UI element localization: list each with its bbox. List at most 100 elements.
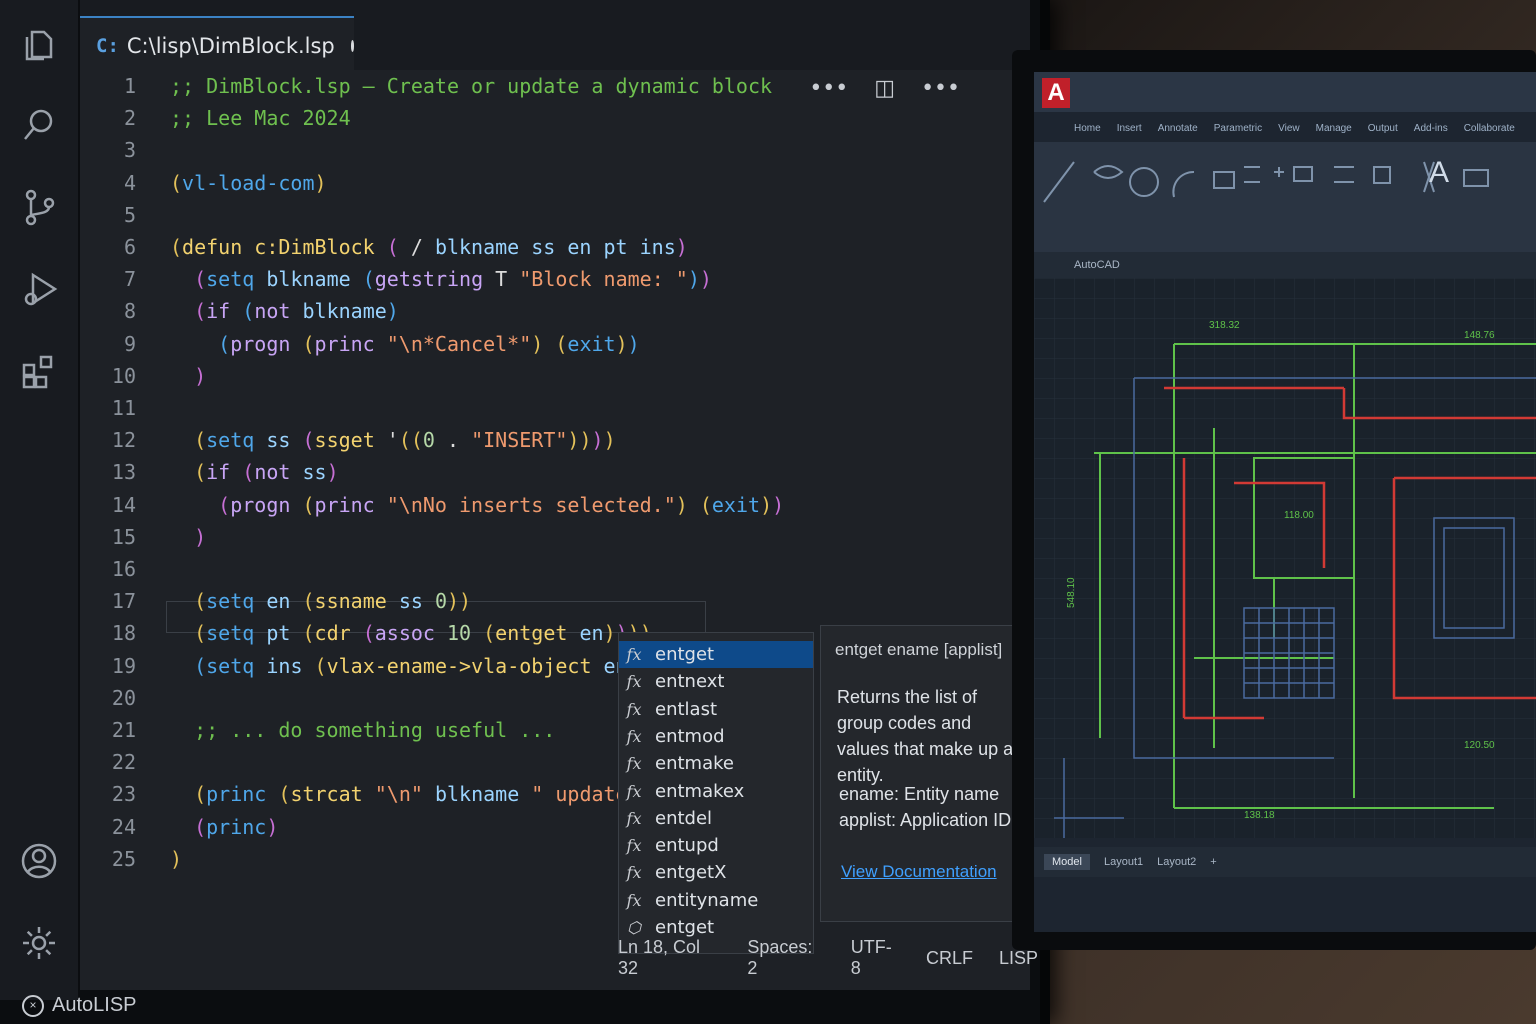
code-line[interactable]: 7 (setq blkname (getstring T "Block name…	[80, 263, 980, 295]
code-line[interactable]: 5	[80, 199, 980, 231]
line-source: (setq ss (ssget '((0 . "INSERT"))))	[170, 424, 616, 456]
code-line[interactable]: 15 )	[80, 521, 980, 553]
tab-dimblock[interactable]: C: C:\lisp\DimBlock.lsp	[80, 16, 354, 74]
code-token: )	[627, 331, 640, 356]
code-token: exit	[711, 492, 761, 517]
code-token: blkname ss en pt ins	[434, 235, 676, 259]
status-cursor-position[interactable]: Ln 18, Col 32	[618, 937, 721, 979]
code-token: ssname	[314, 589, 399, 614]
status-bar: Ln 18, Col 32 Spaces: 2 UTF-8 CRLF LISP	[618, 936, 1038, 980]
code-token: c:DimBlock	[254, 235, 375, 259]
suggest-item[interactable]: fx entgetX	[619, 859, 813, 886]
cad-ribbon-tab[interactable]: Parametric	[1214, 123, 1262, 134]
code-line[interactable]: 3	[80, 134, 980, 166]
code-line[interactable]: 11	[80, 392, 980, 424]
cad-ribbon-tab[interactable]: Manage	[1316, 123, 1352, 134]
floor-plan-drawing: 318.32 148.76 548.10 118.00 120.50 138.1…	[1034, 278, 1536, 838]
code-line[interactable]: 8 (if (not blkname)	[80, 295, 980, 327]
code-token: )	[687, 267, 700, 292]
suggest-item[interactable]: fx entdel	[619, 805, 813, 832]
cad-layout-tab[interactable]: Layout1	[1104, 856, 1143, 868]
code-line[interactable]: 4 (vl-load-com)	[80, 167, 980, 199]
line-source: (princ (strcat "\n" blkname " updated.")…	[170, 778, 688, 810]
cad-drawing-canvas[interactable]: 318.32 148.76 548.10 118.00 120.50 138.1…	[1034, 278, 1536, 838]
code-line[interactable]: 1 ;; DimBlock.lsp – Create or update a dy…	[80, 70, 980, 102]
code-token: (	[302, 492, 315, 517]
code-line[interactable]: 14 (progn (princ "\nNo inserts selected.…	[80, 489, 980, 521]
code-token: )	[603, 621, 616, 646]
cad-ribbon-tab[interactable]: Collaborate	[1464, 123, 1515, 134]
suggest-item-label: entmod	[655, 725, 725, 747]
doc-signature: entget ename [applist]	[835, 640, 1003, 659]
code-line[interactable]: 16	[80, 553, 980, 585]
suggest-item-label: entlast	[655, 698, 718, 720]
dim-label: 318.32	[1209, 320, 1240, 331]
unsaved-dot-icon[interactable]	[350, 40, 354, 52]
function-icon: fx	[626, 672, 642, 692]
suggest-item[interactable]: fx entlast	[619, 696, 813, 723]
code-token: (	[194, 782, 207, 807]
extensions-icon[interactable]	[18, 350, 60, 392]
cad-ribbon-tab[interactable]: Annotate	[1158, 123, 1198, 134]
suggest-item[interactable]: fx entmake	[619, 750, 813, 777]
cad-ribbon-tab[interactable]: Home	[1074, 123, 1101, 134]
code-line[interactable]: 13 (if (not ss)	[80, 456, 980, 488]
suggest-details: entget ename [applist] Returns the list …	[820, 625, 1042, 922]
view-documentation-link[interactable]: View Documentation	[841, 862, 997, 882]
cad-ribbon-tab[interactable]: Output	[1368, 123, 1398, 134]
code-token: cdr	[314, 621, 363, 646]
status-language[interactable]: LISP	[999, 948, 1038, 969]
settings-gear-icon[interactable]	[18, 922, 60, 964]
suggest-item-label: entmakex	[655, 780, 745, 802]
code-line[interactable]: 12 (setq ss (ssget '((0 . "INSERT"))))	[80, 424, 980, 456]
autocad-logo[interactable]: A	[1042, 78, 1070, 108]
function-icon: fx	[626, 781, 642, 801]
line-source: (if (not ss)	[170, 456, 339, 488]
code-token: )	[194, 524, 207, 549]
code-token: ;; Lee Mac 2024	[170, 106, 351, 131]
line-source: (defun c:DimBlock ( / blkname ss en pt i…	[170, 231, 688, 263]
dim-label: 548.10	[1066, 577, 1077, 608]
code-line[interactable]: 9 (progn (princ "\n*Cancel*") (exit))	[80, 328, 980, 360]
cad-layout-tab[interactable]: Model	[1044, 854, 1090, 870]
doc-description: Returns the list of group codes and valu…	[837, 687, 1024, 785]
cad-document-tab[interactable]: AutoCAD	[1034, 252, 1536, 278]
code-line[interactable]: 2 ;; Lee Mac 2024	[80, 102, 980, 134]
cad-ribbon-tab[interactable]: View	[1278, 123, 1300, 134]
status-encoding[interactable]: UTF-8	[851, 937, 900, 979]
code-line[interactable]: 10 )	[80, 360, 980, 392]
source-control-icon[interactable]	[18, 186, 60, 228]
explorer-icon[interactable]	[18, 22, 60, 64]
code-line[interactable]: 17 (setq en (ssname ss 0))	[80, 585, 980, 617]
suggest-item[interactable]: fx entget	[619, 641, 813, 668]
cad-layout-tab[interactable]: Layout2	[1157, 856, 1196, 868]
line-number: 13	[111, 460, 136, 485]
status-eol[interactable]: CRLF	[926, 948, 973, 969]
cad-ribbon-tab[interactable]: Add-ins	[1414, 123, 1448, 134]
account-icon[interactable]	[18, 840, 60, 882]
line-number: 7	[123, 267, 136, 292]
vscode-monitor: C: C:\lisp\DimBlock.lsp ••• ◫ ••• 1;; Di…	[0, 0, 1050, 1024]
run-debug-icon[interactable]	[18, 268, 60, 310]
suggest-item-label: entdel	[655, 807, 713, 829]
search-icon[interactable]	[18, 104, 60, 146]
add-layout-icon[interactable]: +	[1210, 856, 1216, 868]
code-token: ss	[302, 460, 327, 485]
suggest-item[interactable]: fx entmakex	[619, 778, 813, 805]
cad-ribbon-tab[interactable]: Insert	[1117, 123, 1142, 134]
line-number: 12	[111, 428, 136, 453]
code-token: progn	[230, 492, 303, 517]
code-line[interactable]: 6 (defun c:DimBlock ( / blkname ss en pt …	[80, 231, 980, 263]
suggest-item[interactable]: fx entnext	[619, 668, 813, 695]
suggest-item[interactable]: fx entmod	[619, 723, 813, 750]
code-token: (	[278, 782, 291, 807]
code-token: )	[615, 331, 628, 356]
status-indentation[interactable]: Spaces: 2	[747, 937, 824, 979]
suggest-item[interactable]: fx entupd	[619, 832, 813, 859]
lisp-file-icon: C:	[96, 35, 119, 57]
suggest-item[interactable]: fx entityname	[619, 887, 813, 914]
